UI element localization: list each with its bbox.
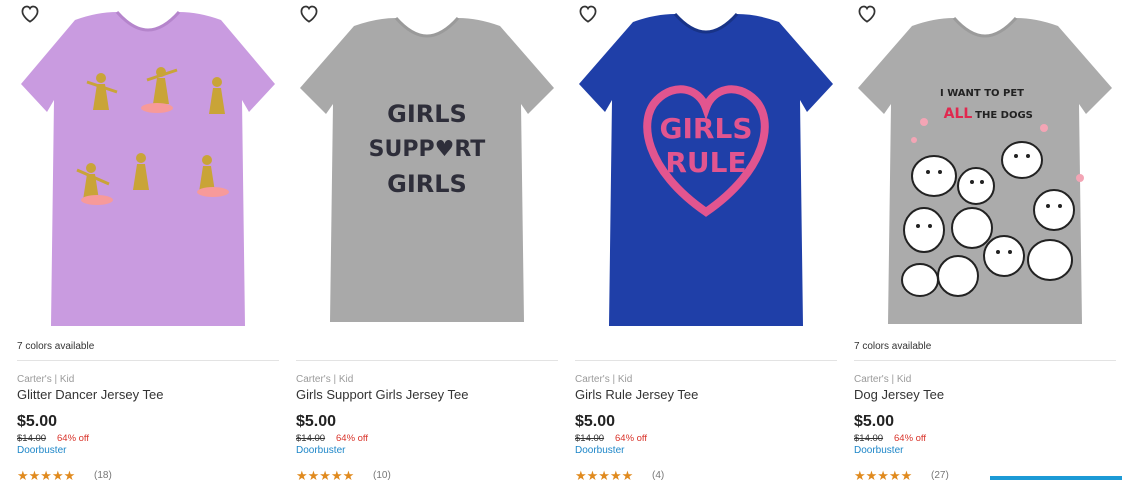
discount-label: 64% off [336, 433, 369, 444]
discount-label: 64% off [894, 433, 927, 444]
heart-outline-icon[interactable] [854, 0, 880, 26]
shirt-graphic-line: GIRLS [387, 170, 467, 198]
product-brand: Carter's | Kid [575, 374, 633, 385]
original-price: $14.00 [296, 433, 326, 444]
colors-available: 7 colors available [854, 341, 932, 352]
product-brand: Carter's | Kid [17, 374, 75, 385]
product-price: $5.00 [296, 413, 337, 430]
product-image[interactable]: I WANT TO PET ALL THE DOGS [854, 0, 1116, 335]
product-price: $5.00 [575, 413, 616, 430]
shirt-graphic-line: I WANT TO PET [940, 88, 1024, 99]
doorbuster-badge[interactable]: Doorbuster [575, 445, 624, 456]
divider [296, 360, 558, 361]
review-count[interactable]: (4) [652, 470, 664, 481]
original-price: $14.00 [17, 433, 47, 444]
shirt-graphic-line: GIRLS [660, 112, 753, 145]
product-name[interactable]: Girls Rule Jersey Tee [575, 387, 698, 402]
doorbuster-badge[interactable]: Doorbuster [17, 445, 66, 456]
product-price: $5.00 [17, 413, 58, 430]
rating-stars: ★★★★★ [854, 468, 913, 483]
product-name[interactable]: Dog Jersey Tee [854, 387, 944, 402]
product-price: $5.00 [854, 413, 895, 430]
product-name[interactable]: Glitter Dancer Jersey Tee [17, 387, 163, 402]
product-card[interactable]: I WANT TO PET ALL THE DOGS 7 colors avai… [854, 0, 1116, 483]
original-price: $14.00 [854, 433, 884, 444]
heart-outline-icon[interactable] [17, 0, 43, 26]
heart-outline-icon[interactable] [575, 0, 601, 26]
colors-available: 7 colors available [17, 341, 95, 352]
product-brand: Carter's | Kid [854, 374, 912, 385]
doorbuster-badge[interactable]: Doorbuster [296, 445, 345, 456]
discount-label: 64% off [57, 433, 90, 444]
shirt-graphic-line: SUPP♥RT [369, 137, 486, 162]
rating-stars: ★★★★★ [296, 468, 355, 483]
product-card[interactable]: GIRLS SUPP♥RT GIRLS Carter's | Kid Girls… [296, 0, 558, 483]
shirt-graphic-line: THE DOGS [975, 110, 1033, 121]
feedback-tab-edge[interactable] [990, 476, 1122, 480]
divider [575, 360, 837, 361]
product-image[interactable]: GIRLS RULE [575, 0, 837, 335]
review-count[interactable]: (10) [373, 470, 391, 481]
product-card[interactable]: 7 colors available Carter's | Kid Glitte… [17, 0, 279, 483]
product-name[interactable]: Girls Support Girls Jersey Tee [296, 387, 468, 402]
rating-stars: ★★★★★ [575, 468, 634, 483]
divider [17, 360, 279, 361]
product-image[interactable]: GIRLS SUPP♥RT GIRLS [296, 0, 558, 335]
review-count[interactable]: (18) [94, 470, 112, 481]
shirt-graphic-line: RULE [665, 146, 746, 179]
shirt-graphic-line: GIRLS [387, 100, 467, 128]
rating-stars: ★★★★★ [17, 468, 76, 483]
discount-label: 64% off [615, 433, 648, 444]
product-brand: Carter's | Kid [296, 374, 354, 385]
heart-outline-icon[interactable] [296, 0, 322, 26]
review-count[interactable]: (27) [931, 470, 949, 481]
product-image[interactable] [17, 0, 279, 335]
original-price: $14.00 [575, 433, 605, 444]
product-card[interactable]: GIRLS RULE Carter's | Kid Girls Rule Jer… [575, 0, 837, 483]
product-grid: 7 colors available Carter's | Kid Glitte… [0, 0, 1131, 483]
shirt-graphic-line: ALL [944, 106, 973, 122]
divider [854, 360, 1116, 361]
doorbuster-badge[interactable]: Doorbuster [854, 445, 903, 456]
